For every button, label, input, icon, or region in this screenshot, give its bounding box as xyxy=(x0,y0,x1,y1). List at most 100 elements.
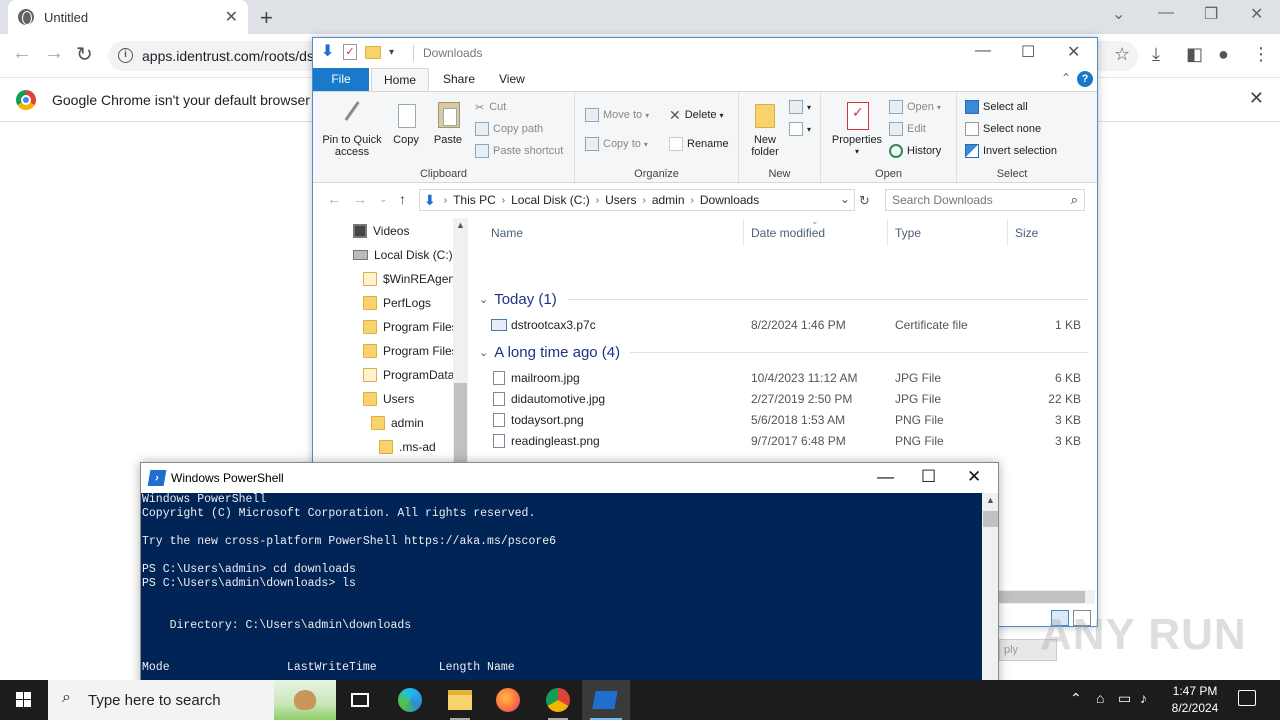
table-row[interactable]: readingleast.png 9/7/2017 6:48 PM PNG Fi… xyxy=(475,431,1095,452)
start-button[interactable] xyxy=(0,680,48,720)
move-to-button[interactable]: Move to ▾ xyxy=(585,106,649,124)
site-info-icon[interactable]: i xyxy=(118,48,133,63)
properties-button[interactable]: ✓ Properties ▾ xyxy=(829,100,885,158)
new-item-button[interactable]: ▾ xyxy=(789,98,811,116)
nav-item-users[interactable]: Users xyxy=(363,392,414,406)
delete-button[interactable]: ✕ Delete ▾ xyxy=(669,106,724,124)
tab-file[interactable]: File xyxy=(313,68,369,91)
scroll-up-icon[interactable]: ▲ xyxy=(986,495,995,505)
reload-icon[interactable]: ↻ xyxy=(76,42,93,67)
search-input[interactable]: Search Downloads ⌕ xyxy=(885,189,1085,211)
breadcrumb-separator-icon[interactable]: › xyxy=(502,195,505,206)
download-arrow-icon[interactable]: ⬇ xyxy=(321,44,335,60)
column-header-type[interactable]: Type xyxy=(895,226,921,240)
new-tab-button[interactable]: + xyxy=(260,5,273,31)
ribbon-collapse-icon[interactable]: ⌃ xyxy=(1061,71,1071,85)
menu-icon[interactable]: ⋮ xyxy=(1252,44,1270,65)
back-icon[interactable]: ← xyxy=(12,42,32,65)
network-icon[interactable]: ▭ xyxy=(1118,690,1131,720)
pin-quick-access-button[interactable]: Pin to Quick access xyxy=(319,100,385,158)
breadcrumb-separator-icon[interactable]: › xyxy=(444,195,447,206)
side-panel-icon[interactable]: ◧ xyxy=(1186,44,1203,65)
explorer-forward-icon[interactable]: → xyxy=(353,191,367,207)
taskbar-powershell[interactable] xyxy=(582,680,630,720)
table-row[interactable]: todaysort.png 5/6/2018 1:53 AM PNG File … xyxy=(475,410,1095,431)
table-row[interactable]: didautomotive.jpg 2/27/2019 2:50 PM JPG … xyxy=(475,389,1095,410)
copy-button[interactable]: Copy xyxy=(389,100,423,146)
group-header-long-ago[interactable]: ⌄ A long time ago (4) xyxy=(479,344,1089,361)
nav-item-admin[interactable]: admin xyxy=(371,416,424,430)
cut-button[interactable]: ✂ Cut xyxy=(475,98,506,116)
nav-item-videos[interactable]: Videos xyxy=(353,224,409,238)
taskbar-chrome[interactable] xyxy=(534,680,582,720)
table-row[interactable]: dstrootcax3.p7c 8/2/2024 1:46 PM Certifi… xyxy=(475,315,1095,336)
ps-close-button[interactable]: ✕ xyxy=(967,467,981,487)
up-level-icon[interactable]: ↑ xyxy=(399,191,406,207)
taskbar-search-box[interactable]: ⌕ Type here to search xyxy=(48,680,336,720)
nav-item-programdata[interactable]: ProgramData xyxy=(363,368,454,382)
breadcrumb-downloads[interactable]: Downloads xyxy=(700,193,759,207)
network-share-icon[interactable]: ⌂ xyxy=(1096,690,1104,720)
volume-icon[interactable]: ♪ xyxy=(1140,690,1147,720)
forward-icon[interactable]: → xyxy=(44,42,64,65)
history-button[interactable]: History xyxy=(889,142,941,160)
copy-to-button[interactable]: Copy to ▾ xyxy=(585,135,648,153)
breadcrumb[interactable]: ⬇ › This PC › Local Disk (C:) › Users › … xyxy=(419,189,855,211)
open-button[interactable]: Open ▾ xyxy=(889,98,941,116)
breadcrumb-separator-icon[interactable]: › xyxy=(596,195,599,206)
tab-view[interactable]: View xyxy=(487,68,537,91)
recent-locations-icon[interactable]: ⌄ xyxy=(379,194,387,205)
nav-item-ms-ad[interactable]: .ms-ad xyxy=(379,440,436,454)
bookmark-star-icon[interactable]: ☆ xyxy=(1114,44,1130,65)
scroll-up-icon[interactable]: ▲ xyxy=(456,220,465,230)
task-view-button[interactable] xyxy=(336,680,384,720)
taskbar-firefox[interactable] xyxy=(484,680,532,720)
breadcrumb-separator-icon[interactable]: › xyxy=(691,195,694,206)
breadcrumb-local-disk[interactable]: Local Disk (C:) xyxy=(511,193,590,207)
ps-maximize-button[interactable]: ☐ xyxy=(921,467,936,487)
column-header-name[interactable]: Name xyxy=(491,226,523,240)
paste-button[interactable]: Paste xyxy=(431,100,465,146)
restore-button[interactable]: ❐ xyxy=(1204,4,1218,24)
nav-item-perflogs[interactable]: PerfLogs xyxy=(363,296,431,310)
tab-search-icon[interactable]: ⌄ xyxy=(1112,4,1125,24)
explorer-maximize-button[interactable]: ☐ xyxy=(1021,42,1035,62)
invert-selection-button[interactable]: Invert selection xyxy=(965,142,1057,160)
breadcrumb-this-pc[interactable]: This PC xyxy=(453,193,496,207)
help-icon[interactable]: ? xyxy=(1077,71,1093,87)
explorer-close-button[interactable]: ✕ xyxy=(1067,42,1080,62)
new-folder-icon[interactable] xyxy=(365,45,381,59)
tab-home[interactable]: Home xyxy=(371,68,430,92)
paste-shortcut-button[interactable]: Paste shortcut xyxy=(475,142,563,160)
column-header-date[interactable]: Date modified xyxy=(751,226,825,240)
select-none-button[interactable]: Select none xyxy=(965,120,1041,138)
qat-dropdown-icon[interactable]: ▾ xyxy=(389,47,394,58)
copy-path-button[interactable]: Copy path xyxy=(475,120,543,138)
address-dropdown-icon[interactable]: ⌄ xyxy=(840,192,850,206)
browser-tab[interactable]: Untitled ✕ xyxy=(8,0,248,34)
tab-close-button[interactable]: ✕ xyxy=(225,7,238,27)
select-all-button[interactable]: Select all xyxy=(965,98,1028,116)
refresh-icon[interactable]: ↻ xyxy=(859,193,870,209)
breadcrumb-users[interactable]: Users xyxy=(605,193,636,207)
minimize-button[interactable]: — xyxy=(1158,4,1174,22)
group-header-today[interactable]: ⌄ Today (1) xyxy=(479,291,1089,308)
profile-icon[interactable]: ● xyxy=(1218,44,1229,65)
tab-share[interactable]: Share xyxy=(431,68,487,91)
rename-button[interactable]: Rename xyxy=(669,135,729,153)
breadcrumb-admin[interactable]: admin xyxy=(652,193,685,207)
taskbar-clock[interactable]: 1:47 PM 8/2/2024 xyxy=(1160,683,1230,717)
tray-overflow-icon[interactable]: ⌃ xyxy=(1070,690,1082,720)
column-header-size[interactable]: Size xyxy=(1015,226,1038,240)
taskbar-edge[interactable] xyxy=(386,680,434,720)
infobar-close-button[interactable]: ✕ xyxy=(1249,88,1264,109)
ps-minimize-button[interactable]: — xyxy=(877,467,894,487)
table-row[interactable]: mailroom.jpg 10/4/2023 11:12 AM JPG File… xyxy=(475,368,1095,389)
explorer-back-icon[interactable]: ← xyxy=(327,191,341,207)
taskbar-file-explorer[interactable] xyxy=(436,680,484,720)
nav-item-program-files-x86[interactable]: Program Files xyxy=(363,344,458,358)
properties-check-icon[interactable]: ✓ xyxy=(343,44,357,60)
notification-icon[interactable] xyxy=(1238,690,1256,706)
new-folder-button[interactable]: New folder xyxy=(747,100,783,158)
download-icon[interactable]: ⤓ xyxy=(1152,44,1160,65)
